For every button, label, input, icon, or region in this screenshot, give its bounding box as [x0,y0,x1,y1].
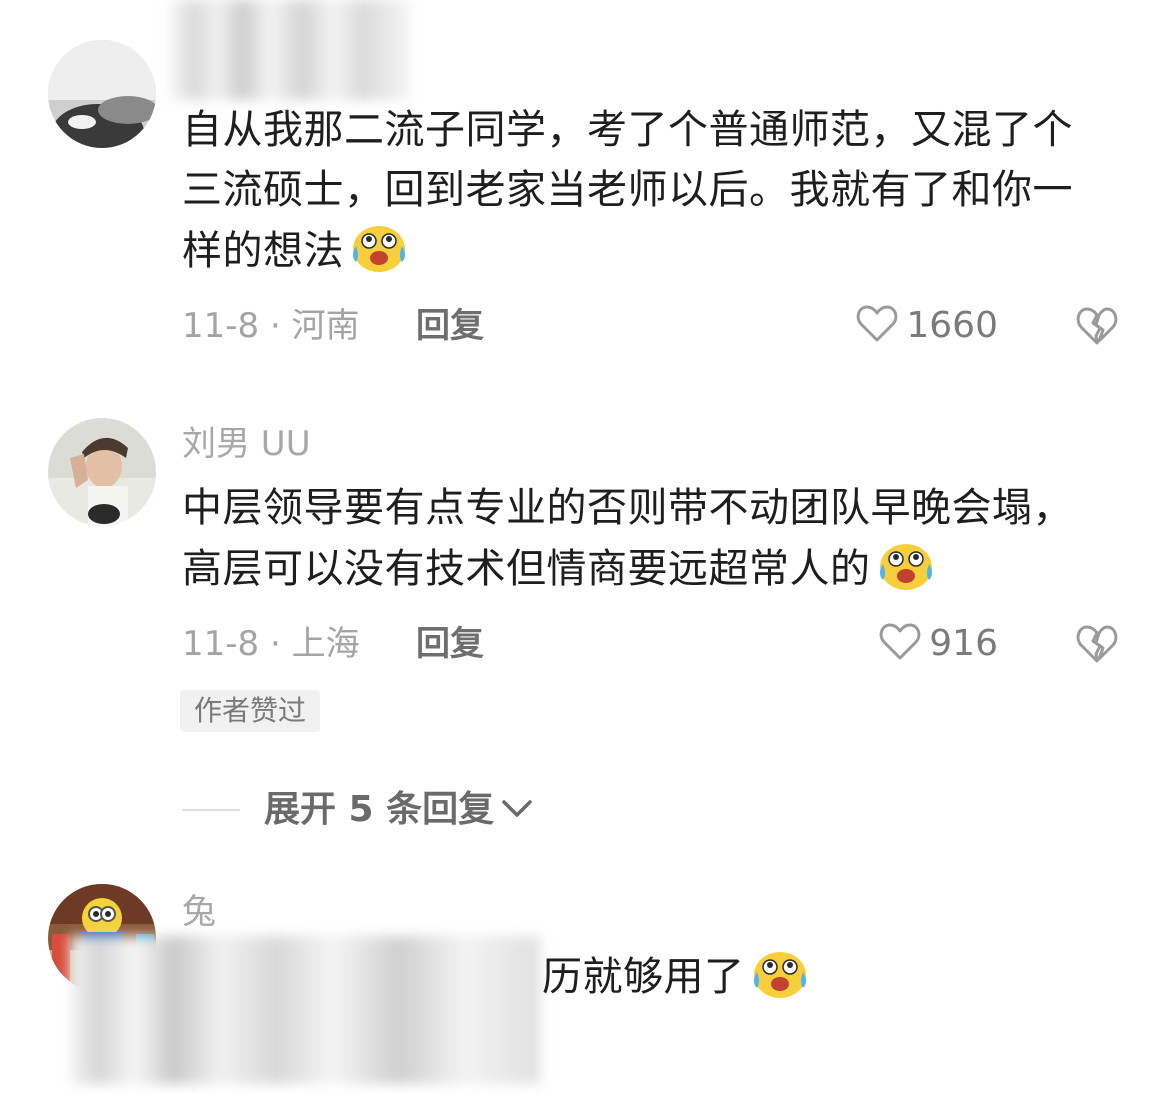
comment-date-location: 11-8 · 河南 [182,306,360,346]
crying-laughing-emoji-icon [749,946,811,1017]
chevron-down-icon [500,796,534,824]
crying-laughing-emoji-icon [875,538,937,609]
like-count: 916 [929,623,998,664]
like-count: 1660 [906,305,998,346]
comment-date-location: 11-8 · 上海 [182,624,360,664]
reply-button[interactable]: 回复 [416,304,484,348]
comment-text: 中层领导要有点专业的否则带不动团队早晚会塌，高层可以没有技术但情商要远超常人的 [182,478,1112,609]
expand-replies-button[interactable]: 展开 5 条回复 [182,788,534,832]
comment-text: 自从我那二流子同学，考了个普通师范，又混了个三流硕士，回到老家当老师以后。我就有… [182,100,1112,291]
username[interactable]: 刘男 UU [182,422,311,466]
broken-heart-icon[interactable] [1076,306,1118,350]
like-button[interactable]: 916 [879,622,998,666]
blurred-username [170,0,410,100]
author-liked-badge: 作者赞过 [180,690,321,732]
heart-icon [856,305,898,347]
divider [182,809,240,811]
reply-button[interactable]: 回复 [416,622,484,666]
broken-heart-icon[interactable] [1076,624,1118,668]
expand-replies-label: 展开 5 条回复 [264,789,495,830]
username[interactable]: 兔 [182,890,216,934]
heart-icon [879,623,921,665]
avatar[interactable] [48,40,156,148]
comment-text: 历就够用了 [542,946,1102,1017]
blurred-text [70,936,540,1084]
avatar[interactable] [48,418,156,526]
like-button[interactable]: 1660 [856,304,998,348]
crying-laughing-emoji-icon [348,220,410,291]
